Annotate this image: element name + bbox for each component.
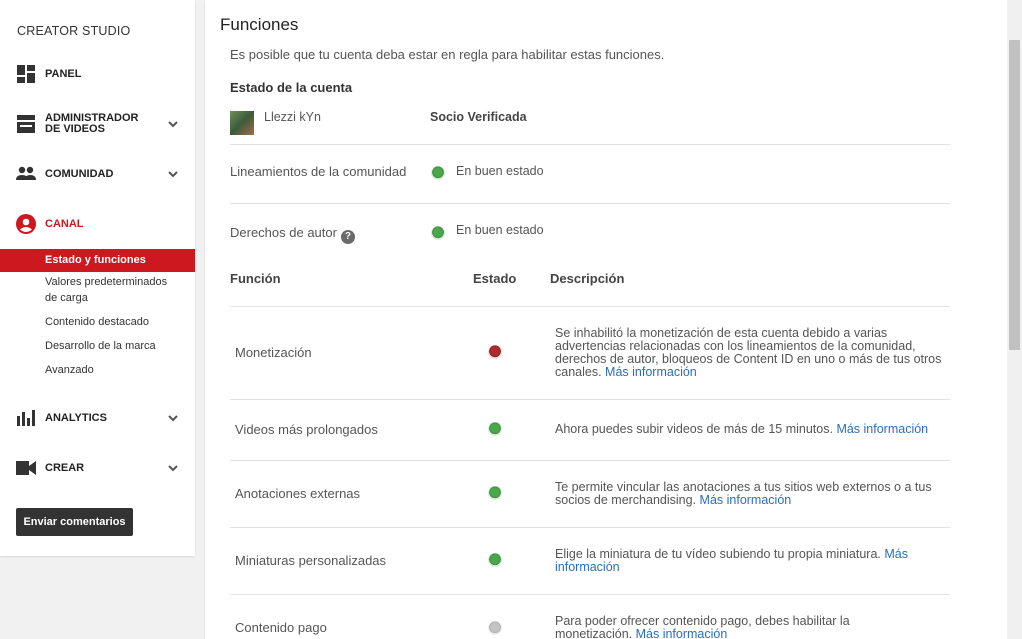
nav-analytics[interactable]: ANALYTICS	[0, 403, 195, 433]
divider	[230, 527, 950, 528]
more-info-link[interactable]: Más información	[700, 493, 792, 507]
feature-name: Anotaciones externas	[235, 486, 361, 501]
status-dot-red	[488, 345, 502, 359]
status-dot-green	[488, 486, 502, 500]
nav-channel[interactable]: CANAL	[0, 209, 195, 239]
feature-name: Monetización	[235, 345, 312, 360]
nav-video-manager-label: ADMINISTRADOR DE VIDEOS	[45, 112, 139, 135]
sub-item-upload-defaults[interactable]: Valores predeterminados de carga	[0, 274, 180, 306]
more-info-link[interactable]: Más información	[836, 422, 928, 436]
divider	[230, 399, 950, 400]
col-header-description: Descripción	[550, 271, 625, 286]
copyright-label: Derechos de autor	[230, 225, 337, 240]
bar-chart-icon	[16, 408, 36, 428]
feature-name: Videos más prolongados	[235, 422, 378, 437]
scrollbar-thumb[interactable]	[1009, 40, 1020, 350]
page-title: Funciones	[220, 15, 299, 34]
feature-description: Te permite vincular las anotaciones a tu…	[555, 480, 932, 507]
nav-create-label: CREAR	[45, 461, 85, 474]
creator-studio-title: CREATOR STUDIO	[17, 24, 131, 38]
intro-text: Es posible que tu cuenta deba estar en r…	[230, 47, 665, 62]
divider	[230, 594, 950, 595]
sub-item-branding[interactable]: Desarrollo de la marca	[0, 338, 195, 354]
avatar	[230, 111, 254, 135]
account-circle-icon	[16, 214, 36, 234]
people-icon	[16, 164, 36, 184]
more-info-link[interactable]: Más información	[605, 365, 697, 379]
sub-item-featured-content[interactable]: Contenido destacado	[0, 314, 195, 330]
feature-description: Elige la miniatura de tu vídeo subiendo …	[555, 547, 909, 574]
sidebar: CREATOR STUDIO PANEL ADMINISTRADOR DE VI…	[0, 0, 195, 556]
account-status-heading: Estado de la cuenta	[230, 80, 353, 95]
nav-analytics-label: ANALYTICS	[45, 411, 107, 424]
community-guidelines-label: Lineamientos de la comunidad	[230, 164, 407, 179]
feature-name: Miniaturas personalizadas	[235, 553, 387, 568]
video-manager-icon	[16, 114, 36, 134]
chevron-down-icon[interactable]	[167, 412, 179, 424]
chevron-down-icon[interactable]	[167, 462, 179, 474]
feature-description: Ahora puedes subir videos de más de 15 m…	[555, 422, 929, 436]
nav-create[interactable]: CREAR	[0, 453, 195, 483]
send-feedback-button[interactable]: Enviar comentarios	[16, 508, 133, 536]
nav-video-manager[interactable]: ADMINISTRADOR DE VIDEOS	[0, 109, 195, 139]
status-dot-green	[488, 422, 502, 436]
status-dot-green	[488, 553, 502, 567]
community-status: En buen estado	[456, 164, 544, 178]
status-dot-grey	[488, 621, 502, 635]
nav-community[interactable]: COMUNIDAD	[0, 159, 195, 189]
nav-community-label: COMUNIDAD	[45, 167, 114, 180]
feature-description: Para poder ofrecer contenido pago, debes…	[555, 614, 850, 639]
help-icon[interactable]: ?	[340, 229, 355, 244]
copyright-row: Derechos de autor?	[230, 225, 355, 244]
dashboard-icon	[16, 64, 36, 84]
nav-panel-label: PANEL	[45, 67, 82, 80]
status-dot-green	[431, 166, 445, 180]
feature-description: Se inhabilitó la monetización de esta cu…	[555, 326, 942, 379]
col-header-feature: Función	[230, 271, 281, 286]
divider	[230, 460, 950, 461]
sub-item-advanced[interactable]: Avanzado	[0, 362, 195, 378]
copyright-status: En buen estado	[456, 223, 544, 237]
chevron-down-icon[interactable]	[167, 168, 179, 180]
col-header-status: Estado	[473, 271, 517, 286]
main-panel: Funciones Es posible que tu cuenta deba …	[205, 0, 1007, 639]
divider	[230, 306, 950, 307]
video-camera-icon	[16, 458, 36, 478]
username: Llezzi kYn	[264, 110, 321, 124]
vertical-scrollbar[interactable]	[1007, 0, 1022, 639]
more-info-link[interactable]: Más información	[636, 627, 728, 639]
nav-channel-label: CANAL	[45, 217, 84, 230]
divider	[230, 203, 950, 204]
feature-name: Contenido pago	[235, 620, 327, 635]
nav-panel[interactable]: PANEL	[0, 59, 195, 89]
chevron-down-icon[interactable]	[167, 118, 179, 130]
sub-item-status-features[interactable]: Estado y funciones	[0, 249, 195, 272]
divider	[230, 144, 950, 145]
partner-status: Socio Verificada	[430, 110, 527, 124]
status-dot-green	[431, 226, 445, 240]
